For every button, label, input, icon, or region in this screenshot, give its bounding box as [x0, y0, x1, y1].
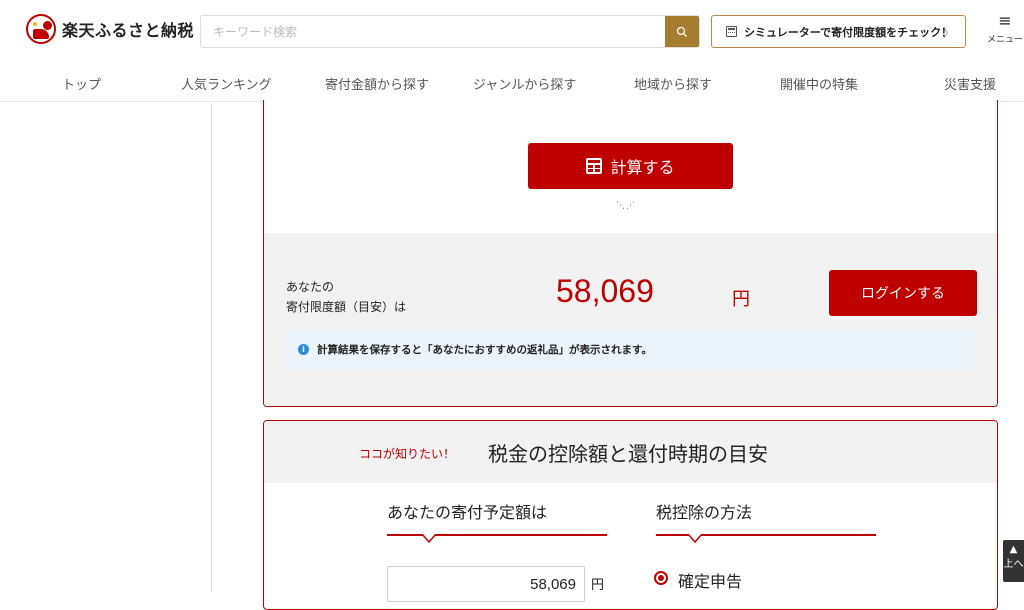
info-text: 計算結果を保存すると「あなたにおすすめの返礼品」が表示されます。	[317, 343, 652, 356]
back-to-top-label: 上へ	[1003, 559, 1024, 570]
nav-item-ranking[interactable]: 人気ランキング	[181, 74, 272, 93]
calculator-icon	[586, 158, 603, 174]
result-label: あなたの 寄付限度額（目安）は	[286, 277, 406, 317]
donation-amount-unit: 円	[591, 578, 605, 593]
method-radio-kakutei[interactable]	[654, 571, 668, 585]
info-notice: i 計算結果を保存すると「あなたにおすすめの返礼品」が表示されます。	[286, 329, 976, 369]
result-amount: 58,069	[556, 273, 654, 309]
method-radio-label[interactable]: 確定申告	[678, 568, 742, 592]
arrow-up-icon: ▲	[1009, 544, 1018, 555]
tax-deduction-card: ココが知りたい！ 税金の控除額と還付時期の目安 あなたの寄付予定額は 税控除の方…	[263, 420, 998, 610]
heading-underline	[387, 534, 607, 536]
simulator-button[interactable]: シミュレーターで寄付限度額をチェック！ 〉	[711, 15, 966, 48]
search-box	[200, 15, 700, 48]
logo-mark-icon	[26, 14, 56, 44]
search-input[interactable]	[201, 16, 666, 47]
result-panel: あなたの 寄付限度額（目安）は 58,069 円 ログインする i 計算結果を保…	[264, 233, 997, 406]
heading-pointer-icon	[422, 534, 436, 544]
login-button[interactable]: ログインする	[829, 270, 977, 316]
menu-button[interactable]: ≡ メニュー	[986, 12, 1024, 52]
menu-label: メニュー	[986, 35, 1023, 45]
search-button[interactable]	[665, 16, 699, 47]
back-to-top-button[interactable]: ▲ 上へ	[1003, 540, 1024, 582]
info-icon: i	[298, 343, 309, 355]
deduction-method-heading: 税控除の方法	[656, 503, 753, 522]
result-label-line2: 寄付限度額（目安）は	[286, 300, 407, 314]
search-icon	[676, 26, 687, 37]
heading-pointer-icon	[688, 534, 702, 544]
nav-item-features[interactable]: 開催中の特集	[780, 74, 858, 93]
calculator-card: 計算する ⋱⋰ あなたの 寄付限度額（目安）は 58,069 円 ログインする …	[263, 100, 998, 407]
site-logo[interactable]: 楽天ふるさと納税	[26, 14, 194, 44]
simulator-label: シミュレーターで寄付限度額をチェック！	[744, 25, 953, 39]
nav-item-by-amount[interactable]: 寄付金額から探す	[325, 74, 429, 93]
donation-amount-input[interactable]	[387, 566, 585, 602]
tax-sub-label: ココが知りたい！	[359, 447, 456, 461]
global-nav: トップ 人気ランキング 寄付金額から探す ジャンルから探す 地域から探す 開催中…	[0, 62, 1024, 102]
nav-item-disaster[interactable]: 災害支援	[944, 74, 996, 93]
left-column-divider	[211, 103, 212, 591]
calculate-button-label: 計算する	[610, 158, 675, 177]
chevron-right-icon: 〉	[942, 26, 955, 40]
result-unit: 円	[732, 289, 750, 310]
logo-text: 楽天ふるさと納税	[62, 21, 195, 40]
calculate-button[interactable]: 計算する	[528, 143, 733, 189]
site-header: 楽天ふるさと納税 シミュレーターで寄付限度額をチェック！ 〉 ≡ メニュー	[0, 0, 1024, 62]
nav-item-top[interactable]: トップ	[62, 74, 101, 93]
loading-dots-icon: ⋱⋰	[616, 201, 636, 211]
result-label-line1: あなたの	[286, 280, 335, 294]
nav-item-by-genre[interactable]: ジャンルから探す	[473, 74, 576, 93]
tax-title-bar: ココが知りたい！ 税金の控除額と還付時期の目安	[264, 421, 997, 483]
nav-item-by-region[interactable]: 地域から探す	[634, 74, 712, 93]
calculator-icon	[726, 26, 737, 37]
donation-amount-heading: あなたの寄付予定額は	[387, 503, 548, 522]
tax-title: 税金の控除額と還付時期の目安	[488, 442, 768, 466]
menu-user-icon: ≡	[998, 11, 1012, 30]
